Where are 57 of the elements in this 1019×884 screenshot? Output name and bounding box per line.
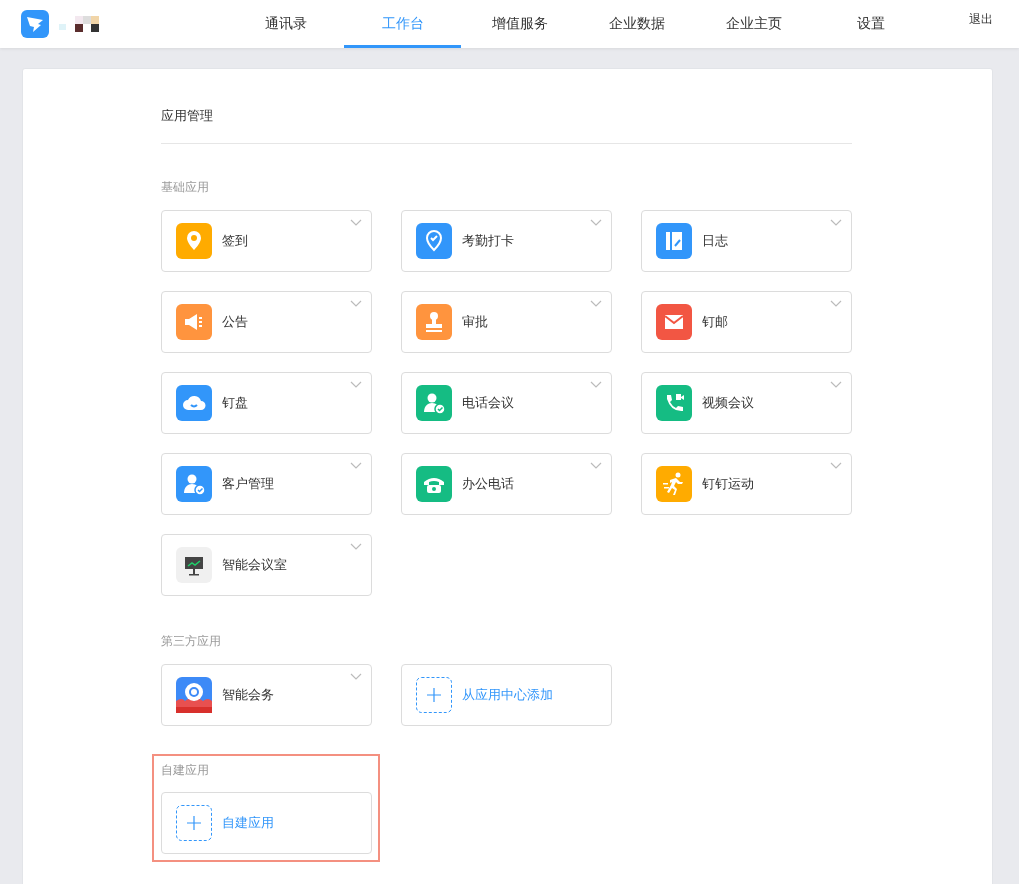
app-card[interactable]: 日志	[641, 210, 852, 272]
logout-link[interactable]: 退出	[969, 10, 993, 28]
app-card[interactable]: 钉邮	[641, 291, 852, 353]
chevron-down-icon[interactable]	[350, 219, 362, 226]
app-name: 签到	[222, 232, 248, 250]
app-name: 公告	[222, 313, 248, 331]
chevron-down-icon[interactable]	[590, 462, 602, 469]
section-title: 基础应用	[161, 179, 210, 196]
app-card[interactable]: 签到	[161, 210, 372, 272]
chevron-down-icon[interactable]	[590, 300, 602, 307]
app-name: 智能会务	[222, 686, 274, 704]
add-app-label: 从应用中心添加	[462, 686, 553, 704]
app-card[interactable]: 电话会议	[401, 372, 612, 434]
app-card[interactable]: 钉钉运动	[641, 453, 852, 515]
nav-tab[interactable]: 设置	[812, 0, 929, 48]
app-name: 钉钉运动	[702, 475, 754, 493]
app-card[interactable]: 智能会议室	[161, 534, 372, 596]
chevron-down-icon[interactable]	[590, 381, 602, 388]
chevron-down-icon[interactable]	[830, 300, 842, 307]
app-name: 智能会议室	[222, 556, 287, 574]
app-card[interactable]: 审批	[401, 291, 612, 353]
section-title: 自建应用	[161, 762, 210, 779]
app-name: 钉盘	[222, 394, 248, 412]
chevron-down-icon[interactable]	[830, 219, 842, 226]
nav-tab[interactable]: 企业主页	[695, 0, 812, 48]
app-logo-icon	[21, 10, 49, 38]
chevron-down-icon[interactable]	[350, 673, 362, 680]
chevron-down-icon[interactable]	[830, 381, 842, 388]
panel-title: 应用管理	[161, 69, 852, 144]
app-card[interactable]: 公告	[161, 291, 372, 353]
nav-tab[interactable]: 增值服务	[461, 0, 578, 48]
app-name: 办公电话	[462, 475, 514, 493]
app-name: 电话会议	[462, 394, 514, 412]
app-card[interactable]: 智能会务	[161, 664, 372, 726]
chevron-down-icon[interactable]	[590, 219, 602, 226]
nav-tab[interactable]: 通讯录	[227, 0, 344, 48]
app-card[interactable]: 钉盘	[161, 372, 372, 434]
app-name: 考勤打卡	[462, 232, 514, 250]
app-card[interactable]: 办公电话	[401, 453, 612, 515]
add-app-label: 自建应用	[222, 814, 274, 832]
app-name: 客户管理	[222, 475, 274, 493]
app-name: 日志	[702, 232, 728, 250]
chevron-down-icon[interactable]	[830, 462, 842, 469]
app-name: 审批	[462, 313, 488, 331]
app-card[interactable]: 客户管理	[161, 453, 372, 515]
chevron-down-icon[interactable]	[350, 462, 362, 469]
chevron-down-icon[interactable]	[350, 381, 362, 388]
section-title: 第三方应用	[161, 633, 222, 650]
chevron-down-icon[interactable]	[350, 300, 362, 307]
plus-icon	[176, 805, 212, 841]
chevron-down-icon[interactable]	[350, 543, 362, 550]
plus-icon	[416, 677, 452, 713]
nav-tab[interactable]: 企业数据	[578, 0, 695, 48]
app-card[interactable]: 视频会议	[641, 372, 852, 434]
app-name: 视频会议	[702, 394, 754, 412]
app-name: 钉邮	[702, 313, 728, 331]
app-card[interactable]: 考勤打卡	[401, 210, 612, 272]
